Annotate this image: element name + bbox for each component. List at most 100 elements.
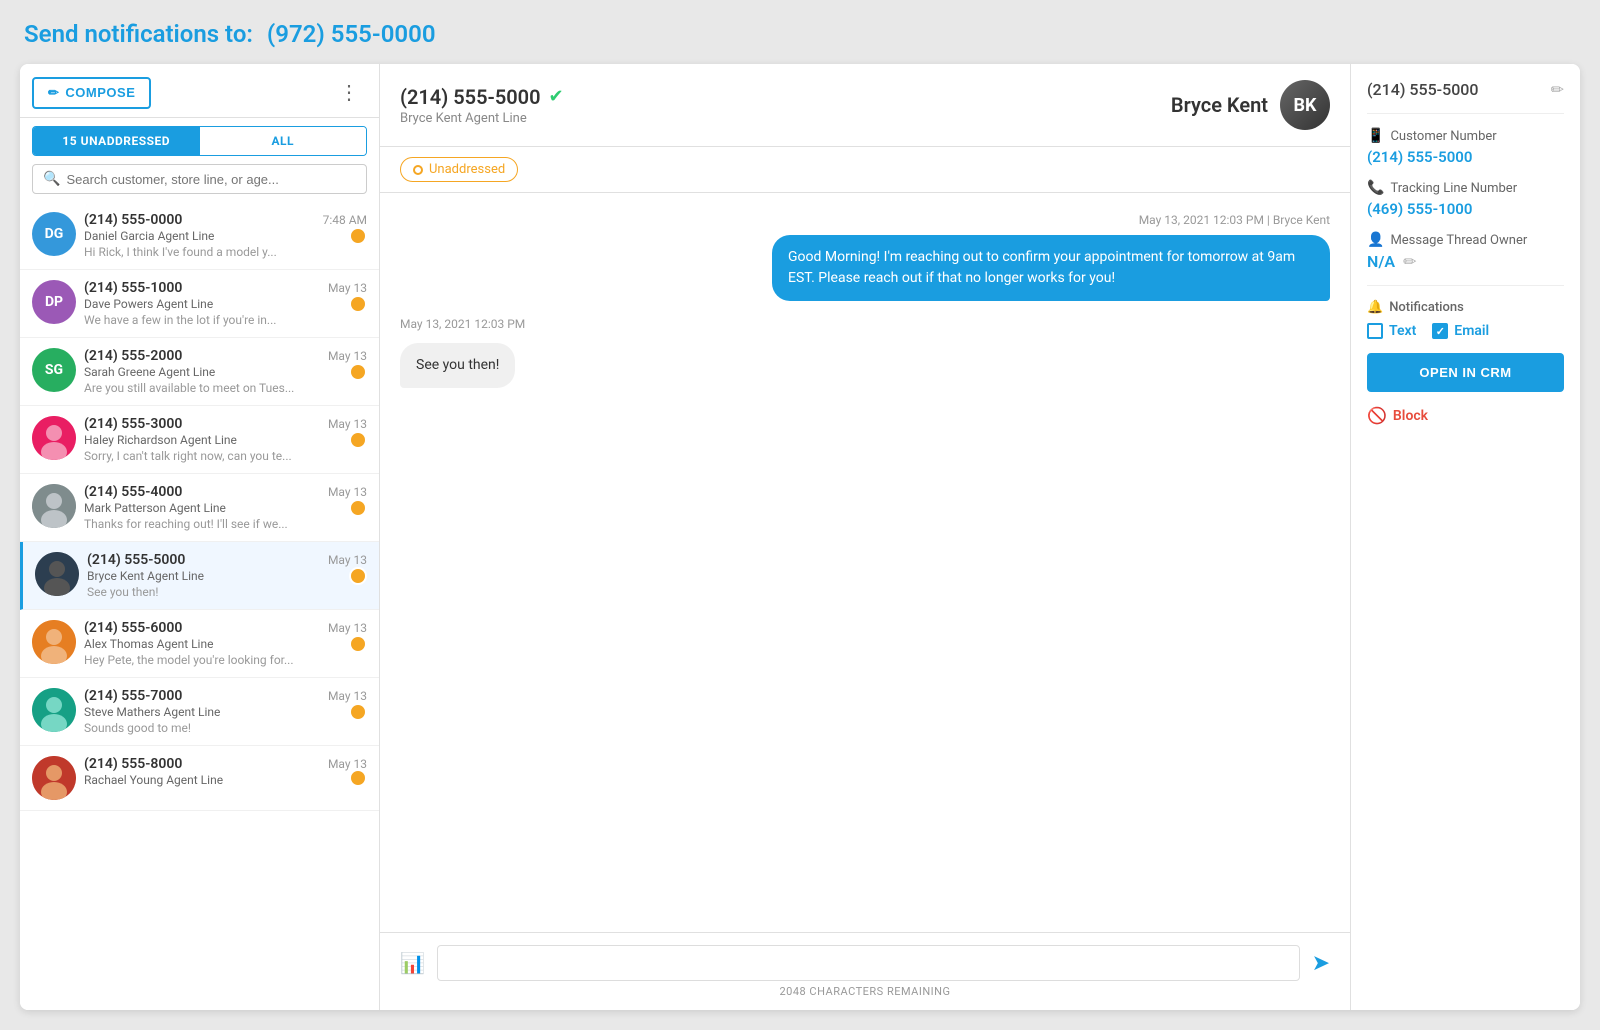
- unread-badge-bk: [349, 567, 367, 585]
- conv-preview-sm: Sounds good to me!: [84, 721, 367, 735]
- avatar-hr: [32, 416, 76, 460]
- unread-badge-sm: [349, 703, 367, 721]
- conversation-item-ry[interactable]: (214) 555-8000 May 13 Rachael Young Agen…: [20, 746, 379, 811]
- conv-body-at: (214) 555-6000 May 13 Alex Thomas Agent …: [84, 620, 367, 667]
- attach-button[interactable]: 📊: [396, 947, 429, 980]
- conv-agent-bk: Bryce Kent Agent Line: [87, 569, 367, 583]
- conv-preview-sg: Are you still available to meet on Tues.…: [84, 381, 367, 395]
- conv-body-mp: (214) 555-4000 May 13 Mark Patterson Age…: [84, 484, 367, 531]
- person-icon: 👤: [1367, 232, 1384, 248]
- divider-1: [1367, 113, 1564, 114]
- thread-owner-section: 👤 Message Thread Owner N/A ✏: [1367, 232, 1564, 271]
- conv-agent-mp: Mark Patterson Agent Line: [84, 501, 367, 515]
- edit-thread-owner-icon[interactable]: ✏: [1403, 252, 1416, 271]
- open-crm-button[interactable]: OPEN IN CRM: [1367, 353, 1564, 392]
- unread-badge-at: [349, 635, 367, 653]
- filter-all-tab[interactable]: ALL: [200, 127, 367, 155]
- conversation-item-dp[interactable]: DP (214) 555-1000 May 13 Dave Powers Age…: [20, 270, 379, 338]
- conv-preview-dg: Hi Rick, I think I've found a model y...: [84, 245, 367, 259]
- unread-badge-hr: [349, 431, 367, 449]
- conv-phone-sm: (214) 555-7000: [84, 688, 182, 704]
- unaddressed-tag[interactable]: Unaddressed: [400, 157, 518, 182]
- unread-badge-ry: [349, 769, 367, 787]
- tag-label: Unaddressed: [429, 162, 505, 177]
- conversation-item-hr[interactable]: (214) 555-3000 May 13 Haley Richardson A…: [20, 406, 379, 474]
- left-panel-header: ✏ COMPOSE ⋮: [20, 64, 379, 118]
- text-notification-option[interactable]: Text: [1367, 323, 1416, 339]
- conversation-item-sg[interactable]: SG (214) 555-2000 May 13 Sarah Greene Ag…: [20, 338, 379, 406]
- conversation-item-dg[interactable]: DG (214) 555-0000 7:48 AM Daniel Garcia …: [20, 202, 379, 270]
- right-phone-row: (214) 555-5000 ✏: [1367, 80, 1564, 99]
- send-button[interactable]: ➤: [1308, 946, 1334, 980]
- conv-time-sm: May 13: [328, 689, 367, 703]
- conversation-list: DG (214) 555-0000 7:48 AM Daniel Garcia …: [20, 202, 379, 1010]
- conversation-item-at[interactable]: (214) 555-6000 May 13 Alex Thomas Agent …: [20, 610, 379, 678]
- conv-agent-dg: Daniel Garcia Agent Line: [84, 229, 367, 243]
- message2-bubble: See you then!: [400, 343, 515, 388]
- message1-bubble: Good Morning! I'm reaching out to confir…: [772, 235, 1330, 301]
- conv-time-dp: May 13: [328, 281, 367, 295]
- conv-phone-dp: (214) 555-1000: [84, 280, 182, 296]
- conv-body-ry: (214) 555-8000 May 13 Rachael Young Agen…: [84, 756, 367, 789]
- text-label: Text: [1389, 323, 1416, 339]
- conversation-item-sm[interactable]: (214) 555-7000 May 13 Steve Mathers Agen…: [20, 678, 379, 746]
- conv-agent-ry: Rachael Young Agent Line: [84, 773, 367, 787]
- chat-header-left: (214) 555-5000 ✔ Bryce Kent Agent Line: [400, 85, 564, 126]
- verified-icon: ✔: [549, 86, 564, 107]
- conversation-item-mp[interactable]: (214) 555-4000 May 13 Mark Patterson Age…: [20, 474, 379, 542]
- edit-phone-icon[interactable]: ✏: [1551, 80, 1564, 99]
- tracking-line-label-row: 📞 Tracking Line Number: [1367, 180, 1564, 196]
- unread-badge-dg: [349, 227, 367, 245]
- customer-number-section: 📱 Customer Number (214) 555-5000: [1367, 128, 1564, 166]
- chat-header: (214) 555-5000 ✔ Bryce Kent Agent Line B…: [380, 64, 1350, 147]
- header-prefix: Send notifications to:: [24, 20, 253, 48]
- conv-time-mp: May 13: [328, 485, 367, 499]
- block-label: Block: [1393, 408, 1428, 424]
- chat-input-area: 📊 ➤ 2048 CHARACTERS REMAINING: [380, 932, 1350, 1010]
- email-checkbox[interactable]: ✓: [1432, 323, 1448, 339]
- avatar-dp: DP: [32, 280, 76, 324]
- conv-time-dg: 7:48 AM: [323, 213, 367, 227]
- unread-badge-dp: [349, 295, 367, 313]
- tracking-line-label: Tracking Line Number: [1390, 181, 1517, 196]
- customer-number-label: Customer Number: [1390, 129, 1496, 144]
- right-phone: (214) 555-5000: [1367, 80, 1478, 99]
- avatar-at: [32, 620, 76, 664]
- conversation-item-bk[interactable]: (214) 555-5000 May 13 Bryce Kent Agent L…: [20, 542, 379, 610]
- page-header: Send notifications to: (972) 555-0000: [20, 20, 1580, 48]
- chat-input[interactable]: [437, 945, 1300, 981]
- compose-button[interactable]: ✏ COMPOSE: [32, 77, 151, 109]
- thread-owner-value-row: N/A ✏: [1367, 252, 1564, 271]
- chat-input-row: 📊 ➤: [396, 945, 1334, 981]
- email-notification-option[interactable]: ✓ Email: [1432, 323, 1489, 339]
- conv-body-dg: (214) 555-0000 7:48 AM Daniel Garcia Age…: [84, 212, 367, 259]
- conv-preview-hr: Sorry, I can't talk right now, can you t…: [84, 449, 367, 463]
- conv-agent-sg: Sarah Greene Agent Line: [84, 365, 367, 379]
- right-panel: (214) 555-5000 ✏ 📱 Customer Number (214)…: [1350, 64, 1580, 1010]
- tag-dot: [413, 165, 423, 175]
- unread-badge-sg: [349, 363, 367, 381]
- avatar-mp: [32, 484, 76, 528]
- message2-timestamp: May 13, 2021 12:03 PM: [400, 317, 1330, 331]
- conv-time-hr: May 13: [328, 417, 367, 431]
- conv-agent-at: Alex Thomas Agent Line: [84, 637, 367, 651]
- chat-phone: (214) 555-5000: [400, 85, 541, 109]
- block-row[interactable]: 🚫 Block: [1367, 406, 1564, 425]
- filter-unaddressed-tab[interactable]: 15 UNADDRESSED: [33, 127, 200, 155]
- conv-phone-bk: (214) 555-5000: [87, 552, 185, 568]
- notifications-section: 🔔 Notifications Text ✓ Email: [1367, 300, 1564, 339]
- filter-tabs: 15 UNADDRESSED ALL: [32, 126, 367, 156]
- avatar-dg: DG: [32, 212, 76, 256]
- chat-agent-line: Bryce Kent Agent Line: [400, 111, 564, 126]
- search-input[interactable]: [66, 172, 356, 187]
- header-phone: (972) 555-0000: [267, 20, 436, 48]
- avatar-sg: SG: [32, 348, 76, 392]
- tracking-line-section: 📞 Tracking Line Number (469) 555-1000: [1367, 180, 1564, 218]
- conv-preview-mp: Thanks for reaching out! I'll see if we.…: [84, 517, 367, 531]
- middle-panel: (214) 555-5000 ✔ Bryce Kent Agent Line B…: [380, 64, 1350, 1010]
- customer-number-label-row: 📱 Customer Number: [1367, 128, 1564, 144]
- text-checkbox[interactable]: [1367, 323, 1383, 339]
- more-options-button[interactable]: ⋮: [331, 76, 367, 109]
- chat-header-right: Bryce Kent BK: [1171, 80, 1330, 130]
- thread-owner-label: Message Thread Owner: [1390, 233, 1527, 248]
